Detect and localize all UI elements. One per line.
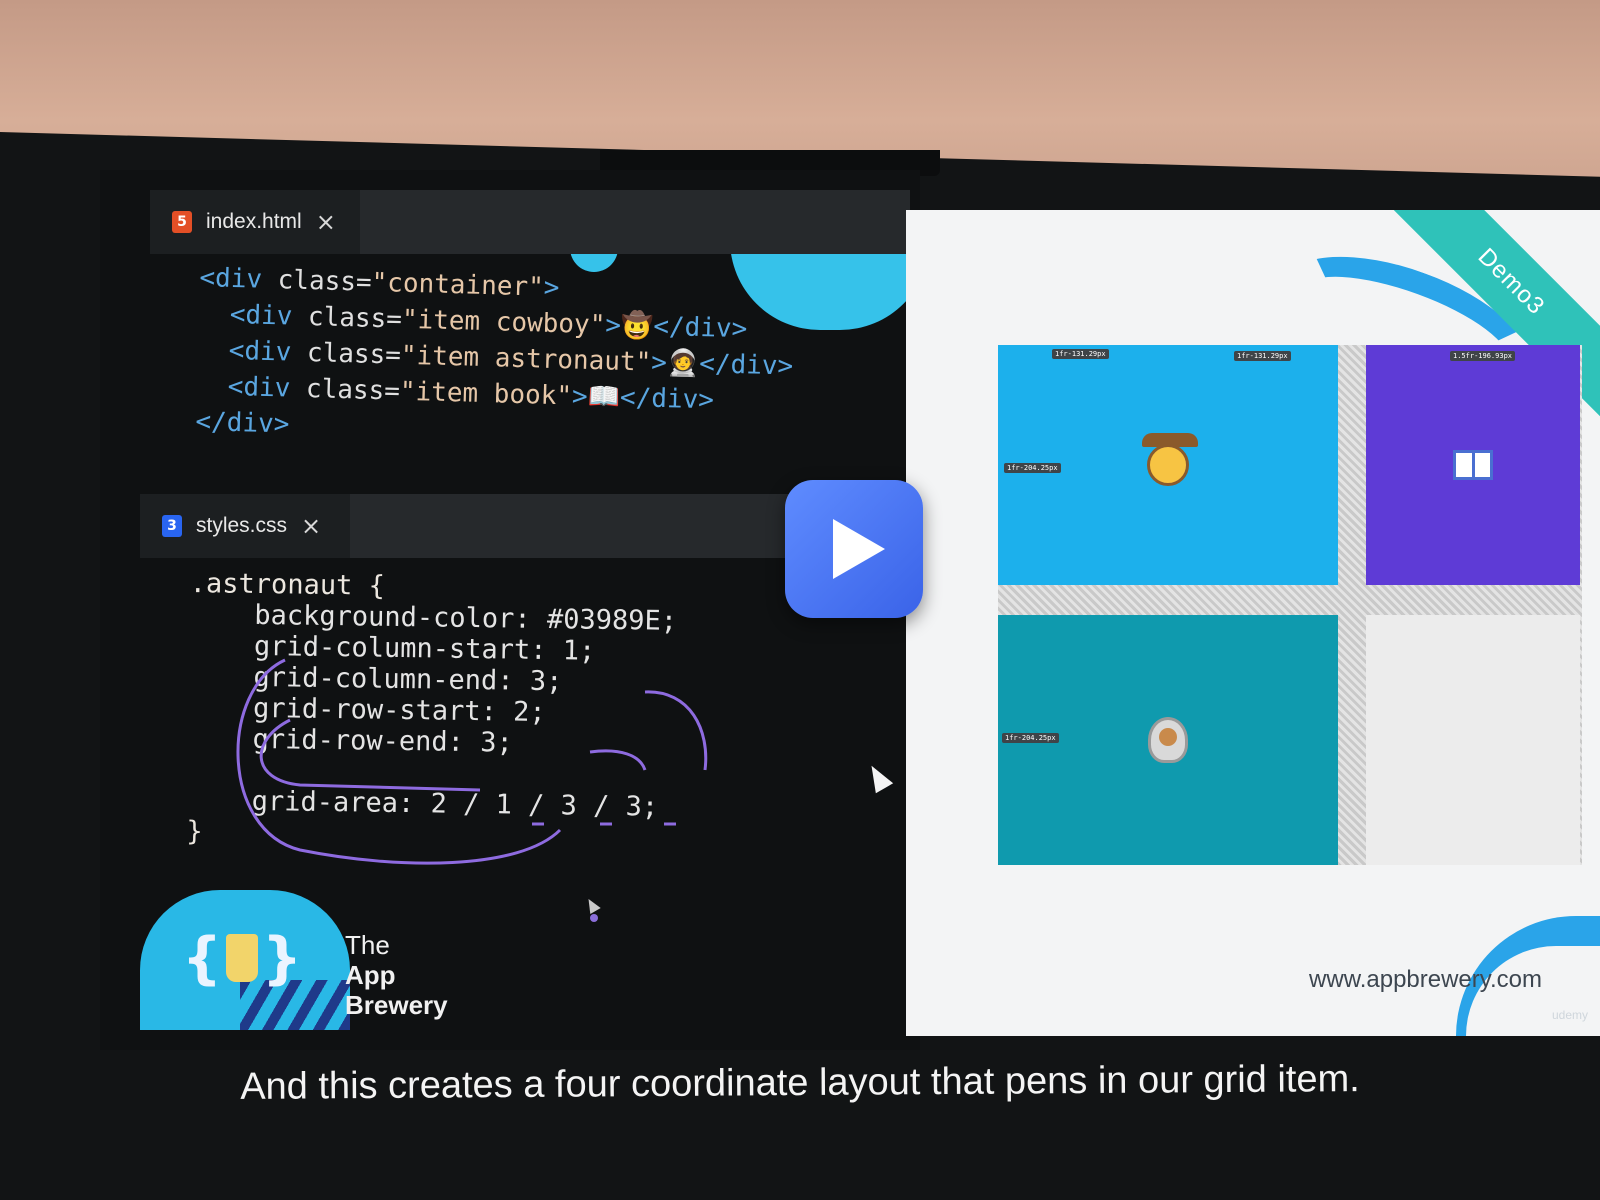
book-emoji-icon — [1453, 450, 1493, 480]
demo-label: Demo3 — [1472, 242, 1551, 321]
css-grid-container: 1fr-131.29px 1fr-131.29px 1fr-204.25px 1… — [998, 345, 1582, 865]
grid-item-cowboy: 1fr-131.29px 1fr-131.29px 1fr-204.25px — [998, 345, 1338, 585]
app-brewery-logo: { } The App Brewery — [140, 890, 448, 1030]
tab-styles-css[interactable]: 3 styles.css × — [140, 494, 350, 558]
close-icon[interactable]: × — [316, 208, 336, 236]
code-line: grid-column-end: 3; — [188, 660, 563, 698]
watermark: udemy — [1551, 1008, 1588, 1022]
pointer-icon-small — [583, 895, 601, 915]
tab-label: styles.css — [196, 514, 288, 537]
website-url: www.appbrewery.com — [1309, 966, 1542, 993]
code-line: grid-row-end: 3; — [187, 722, 513, 759]
html-code-block: <div class="container"> <div class="item… — [195, 260, 796, 457]
track-label: 1fr-204.25px — [1002, 733, 1059, 743]
track-label: 1fr-131.29px — [1052, 349, 1109, 359]
logo-mark: { } — [182, 925, 302, 991]
code-line: grid-row-start: 2; — [187, 691, 546, 728]
play-button[interactable] — [785, 480, 923, 618]
code-line: grid-area: 2 / 1 / 3 / 3; — [186, 784, 659, 823]
code-line: <div class="container"> — [199, 262, 560, 304]
cup-icon — [225, 934, 259, 982]
grid-demo-panel: Demo3 1fr-131.29px 1fr-131.29px 1fr-204.… — [906, 210, 1600, 1036]
grid-item-book: 1.5fr-196.93px — [1366, 345, 1580, 585]
pointer-dot — [590, 914, 598, 922]
css-code-block: .astronaut { background-color: #03989E; … — [186, 568, 678, 854]
grid-empty-cell — [1366, 615, 1580, 865]
tab-label: index.html — [206, 210, 302, 233]
mouse-pointer-icon — [862, 760, 894, 794]
code-line: </div> — [195, 406, 290, 440]
cowboy-emoji-icon — [1142, 433, 1198, 486]
astronaut-emoji-icon — [1148, 717, 1188, 763]
track-label: 1fr-131.29px — [1234, 351, 1291, 361]
logo-text: The App Brewery — [345, 930, 448, 1020]
code-line: .astronaut { — [189, 568, 386, 602]
css3-icon: 3 — [162, 515, 182, 537]
track-label: 1fr-204.25px — [1004, 463, 1061, 473]
play-icon — [833, 519, 885, 579]
html-tab-bar: 5 index.html × — [150, 190, 910, 254]
grid-item-astronaut: 1fr-204.25px — [998, 615, 1338, 865]
html5-icon: 5 — [172, 211, 192, 233]
track-label: 1.5fr-196.93px — [1450, 351, 1516, 361]
code-line: } — [186, 815, 203, 848]
tab-index-html[interactable]: 5 index.html × — [150, 190, 360, 254]
close-icon[interactable]: × — [301, 512, 321, 540]
